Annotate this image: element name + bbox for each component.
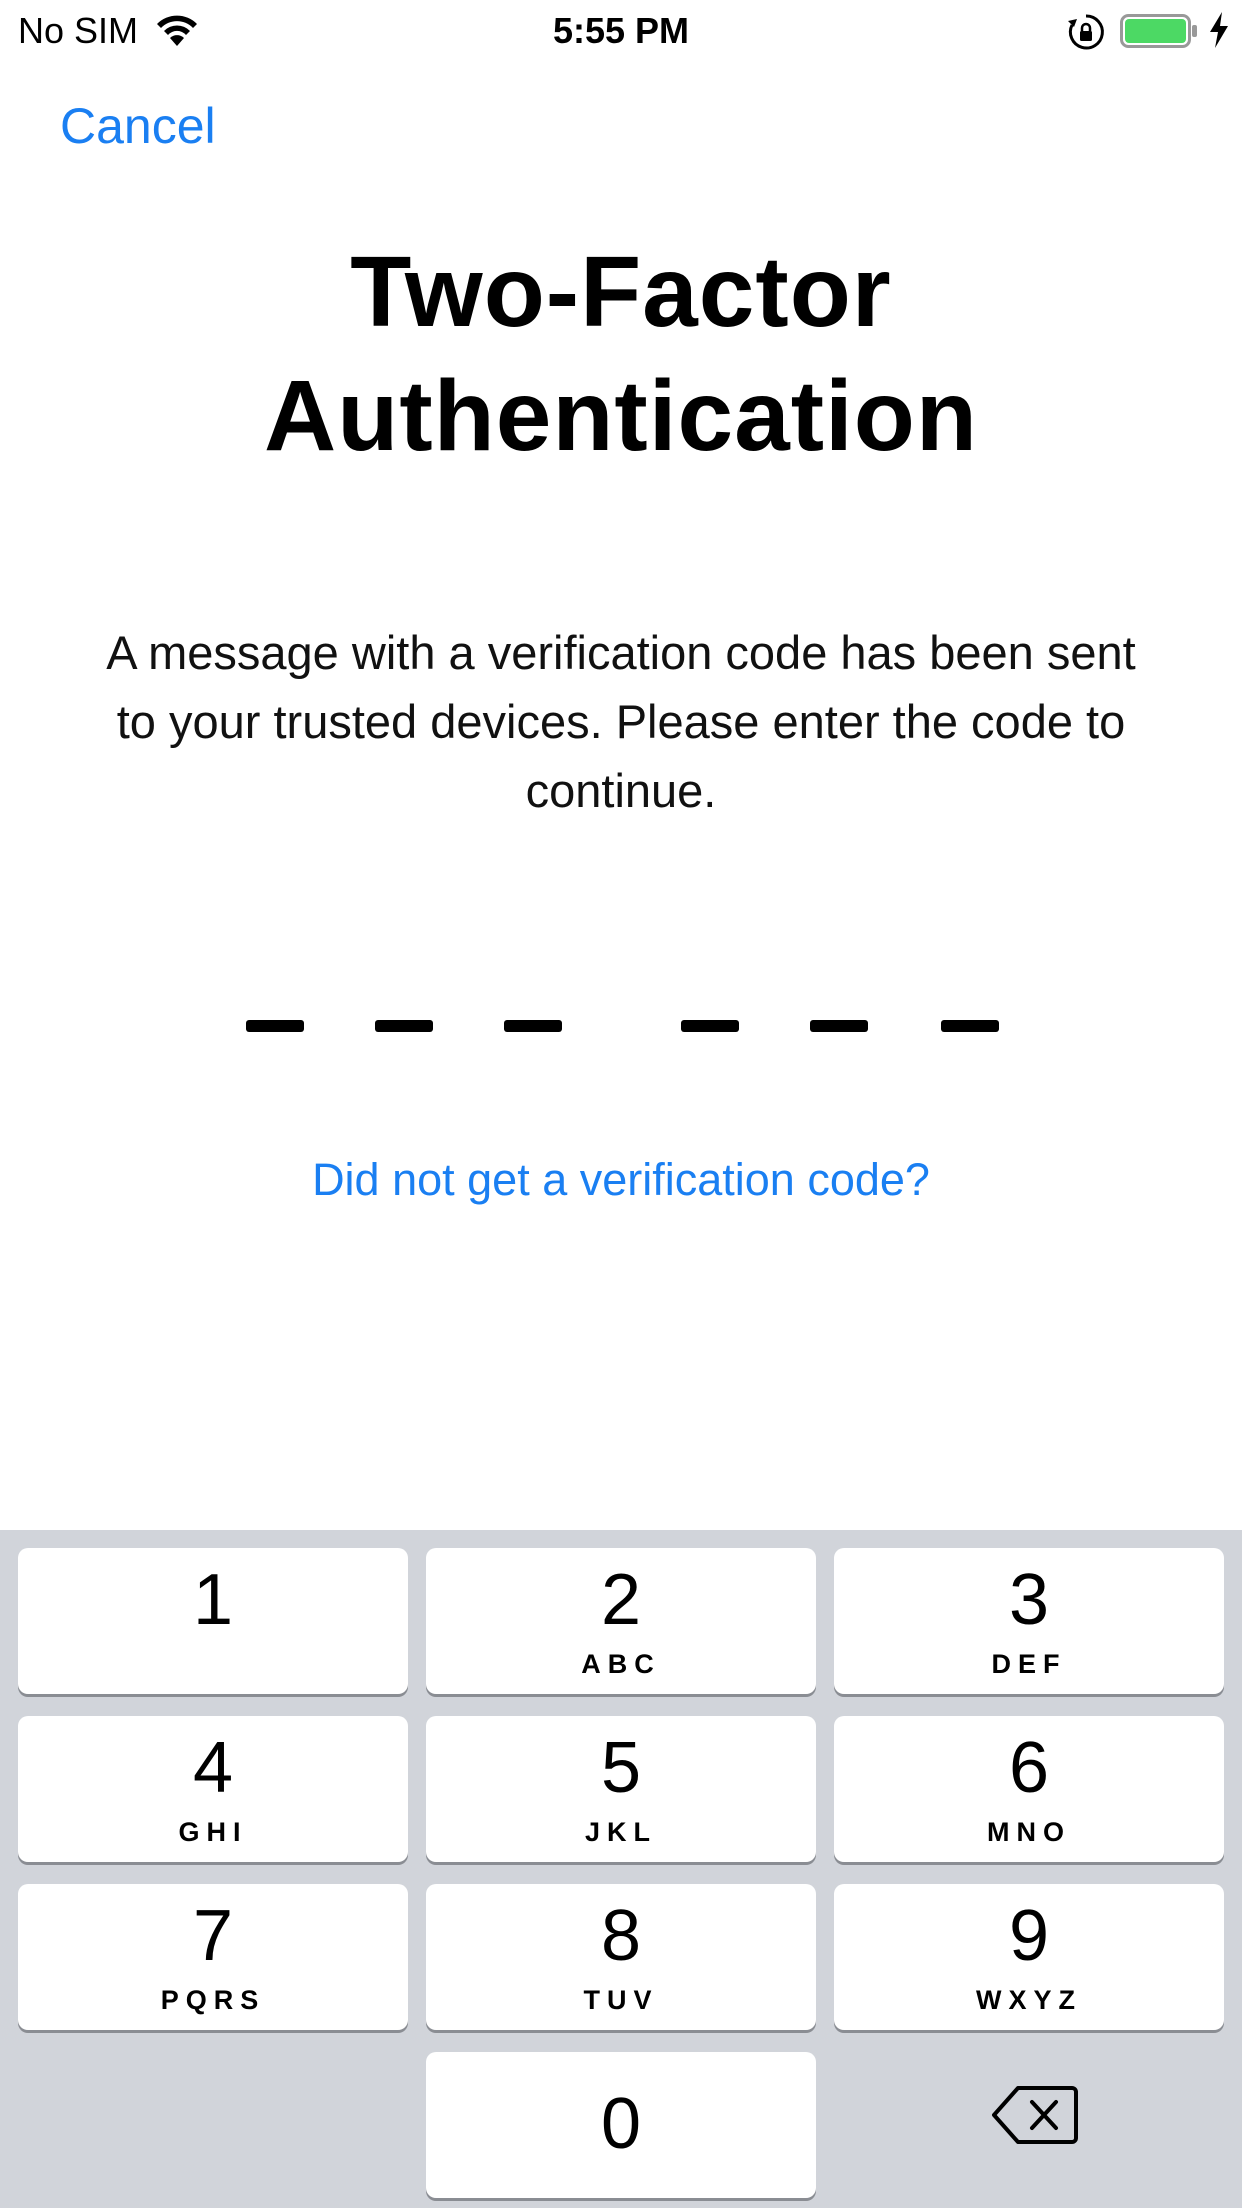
key-letters: GHI (178, 1817, 248, 1847)
key-digit: 1 (192, 1560, 234, 1640)
key-digit: 6 (1008, 1728, 1050, 1808)
key-7[interactable]: 7 PQRS (18, 1884, 408, 2030)
page-title-line-1: Two-Factor (350, 236, 892, 348)
key-3[interactable]: 3 DEF (834, 1548, 1224, 1694)
key-digit: 4 (192, 1728, 234, 1808)
key-digit: 5 (600, 1728, 642, 1808)
key-8[interactable]: 8 TUV (426, 1884, 816, 2030)
key-4[interactable]: 4 GHI (18, 1716, 408, 1862)
code-slot-4[interactable] (681, 1020, 739, 1032)
cancel-button[interactable]: Cancel (60, 96, 216, 156)
key-letters: DEF (991, 1649, 1067, 1679)
backspace-icon[interactable] (990, 2080, 1080, 2150)
key-digit: 0 (600, 2084, 642, 2164)
code-slot-3[interactable] (504, 1020, 562, 1032)
status-bar: No SIM 5:55 PM (0, 0, 1242, 62)
key-digit: 8 (600, 1896, 642, 1976)
code-slot-1[interactable] (246, 1020, 304, 1032)
page-title: Two-Factor Authentication (100, 230, 1142, 478)
key-digit: 3 (1008, 1560, 1050, 1640)
message-line-1: A message with a verification code has b… (106, 626, 1136, 679)
key-6[interactable]: 6 MNO (834, 1716, 1224, 1862)
status-time: 5:55 PM (552, 10, 690, 51)
charging-bolt-icon (1210, 12, 1228, 48)
instructions-message: A message with a verification code has b… (40, 618, 1202, 825)
rotation-lock-icon (1068, 14, 1104, 50)
code-slot-6[interactable] (941, 1020, 999, 1032)
message-line-3: continue. (525, 764, 717, 817)
key-letters: JKL (584, 1817, 657, 1847)
key-letters: ABC (581, 1649, 661, 1679)
key-digit: 7 (192, 1896, 234, 1976)
key-letters: TUV (583, 1985, 659, 2015)
key-1[interactable]: 1 (18, 1548, 408, 1694)
key-letters: PQRS (160, 1985, 266, 2015)
key-letters: MNO (987, 1817, 1071, 1847)
key-digit: 9 (1008, 1896, 1050, 1976)
key-letters: WXYZ (976, 1985, 1082, 2015)
battery-icon (1120, 14, 1197, 48)
code-slot-2[interactable] (375, 1020, 433, 1032)
key-9[interactable]: 9 WXYZ (834, 1884, 1224, 2030)
code-slot-5[interactable] (810, 1020, 868, 1032)
page-title-line-2: Authentication (264, 360, 978, 472)
key-5[interactable]: 5 JKL (426, 1716, 816, 1862)
resend-code-link[interactable]: Did not get a verification code? (0, 1150, 1242, 1210)
key-digit: 2 (600, 1560, 642, 1640)
key-0[interactable]: 0 (426, 2052, 816, 2198)
message-line-2: to your trusted devices. Please enter th… (116, 695, 1126, 748)
key-2[interactable]: 2 ABC (426, 1548, 816, 1694)
